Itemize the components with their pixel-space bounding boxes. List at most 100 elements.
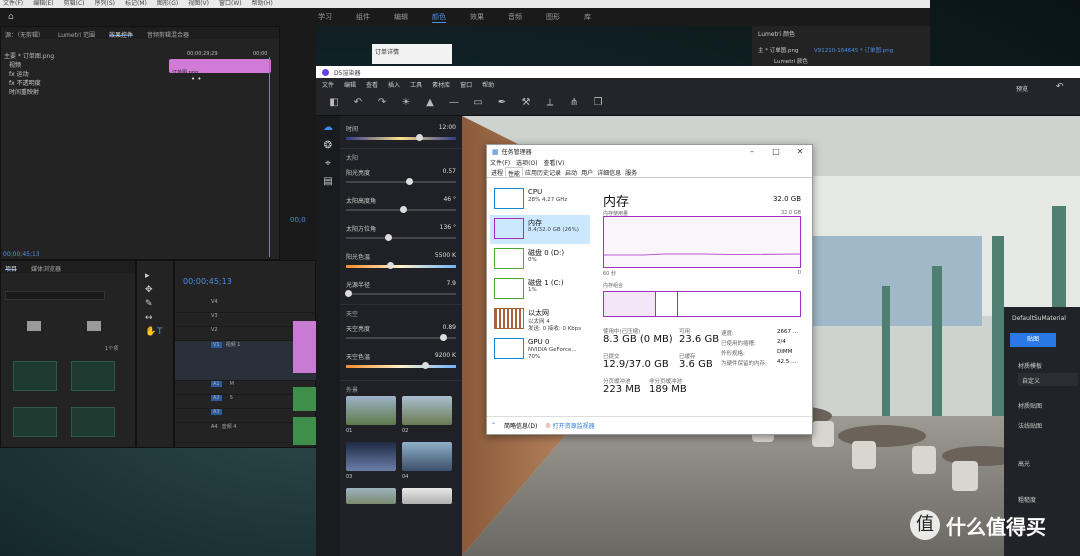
audio-clip-thumbnail[interactable] — [13, 361, 57, 391]
type-tool-icon[interactable]: T — [157, 327, 163, 337]
slider-track[interactable] — [346, 134, 456, 141]
d5-menu-item[interactable]: 文件 — [322, 80, 334, 89]
slider-track[interactable] — [345, 290, 456, 297]
line-icon[interactable]: — — [448, 97, 460, 109]
menu-item[interactable]: 文件(F) — [3, 0, 23, 8]
rectangle-icon[interactable]: ▭ — [472, 97, 484, 109]
tab-effect-controls[interactable]: 效果控件 — [109, 30, 134, 39]
d5-menu-item[interactable]: 查看 — [366, 80, 378, 89]
audio-clip-thumbnail[interactable] — [71, 407, 115, 437]
folder-icon[interactable] — [27, 321, 41, 331]
distribute-icon[interactable]: ⋔ — [568, 97, 580, 109]
menu-item[interactable]: 视图(V) — [188, 0, 209, 8]
tab-audio-mixer[interactable]: 音频剪辑混合器 — [147, 30, 189, 39]
resource-item[interactable]: 以太网 以太网 4 发送: 0 接收: 0 Kbps — [490, 305, 590, 334]
workspace-tab[interactable]: 图形 — [546, 12, 560, 23]
tab-processes[interactable]: 进程 — [489, 167, 505, 177]
hand-tool-icon[interactable]: ✋ — [145, 327, 156, 337]
slider-value[interactable]: 136 ° — [440, 224, 456, 231]
sky-thumbnail[interactable] — [402, 442, 452, 471]
slider-value[interactable]: 9200 K — [435, 352, 456, 359]
menu-item[interactable]: 图形(G) — [157, 0, 178, 8]
workspace-tab[interactable]: 音频 — [508, 12, 522, 23]
tab-startup[interactable]: 启动 — [563, 167, 579, 177]
slider-knob[interactable] — [345, 290, 353, 297]
playhead[interactable] — [269, 57, 270, 257]
slider-knob[interactable] — [400, 206, 408, 213]
tab-details[interactable]: 详细信息 — [595, 167, 623, 177]
slider-track[interactable] — [346, 334, 456, 341]
tab-project[interactable]: 项目 — [5, 264, 18, 273]
d5-menu-item[interactable]: 素材库 — [432, 80, 450, 89]
slider-track[interactable] — [346, 262, 456, 269]
preview-button[interactable]: 预览 — [1016, 84, 1028, 93]
tab-maps[interactable]: 贴图 — [1010, 333, 1056, 347]
anchor-icon[interactable]: ⌖ — [322, 158, 334, 170]
selection-tool-icon[interactable]: ▸ — [145, 271, 150, 281]
effect-row-motion[interactable]: fx 运动 — [3, 70, 165, 79]
slider-track[interactable] — [346, 206, 456, 213]
workspace-tab[interactable]: 库 — [584, 12, 591, 23]
cloud-icon[interactable]: ☁ — [322, 122, 334, 134]
d5-menu-item[interactable]: 插入 — [388, 80, 400, 89]
slider-knob[interactable] — [405, 178, 413, 185]
d5-menu-item[interactable]: 窗口 — [460, 80, 472, 89]
resource-monitor-link[interactable]: 打开资源监视器 — [553, 421, 595, 430]
tab-media-browser[interactable]: 媒体浏览器 — [31, 264, 61, 273]
mute-toggle[interactable]: M — [230, 381, 234, 387]
menu-item[interactable]: 标记(M) — [125, 0, 147, 8]
workspace-tab[interactable]: 学习 — [318, 12, 332, 23]
tab-performance[interactable]: 性能 — [505, 167, 524, 178]
layers-icon[interactable]: ❂ — [322, 140, 334, 152]
sky-thumbnail[interactable] — [402, 488, 452, 504]
slider-track[interactable] — [346, 362, 456, 369]
tab-users[interactable]: 用户 — [579, 167, 595, 177]
menu-item[interactable]: 编辑(E) — [33, 0, 53, 8]
d5-menu-item[interactable]: 工具 — [410, 80, 422, 89]
slider-knob[interactable] — [422, 362, 430, 369]
sun-icon[interactable]: ☀ — [400, 97, 412, 109]
home-icon[interactable]: ⌂ — [8, 12, 14, 22]
track-select-tool-icon[interactable]: ✥ — [145, 285, 153, 295]
chevron-up-icon[interactable]: ⌃ — [491, 422, 496, 429]
slider-knob[interactable] — [387, 262, 394, 269]
resource-item[interactable]: 内存 8.4/32.0 GB (26%) — [490, 215, 590, 244]
d5-menu-item[interactable]: 编辑 — [344, 80, 356, 89]
slider-track[interactable] — [346, 178, 456, 185]
slider-knob[interactable] — [415, 134, 423, 141]
tab-lumetri-scopes[interactable]: Lumetri 范围 — [58, 30, 95, 39]
template-select[interactable]: 自定义 — [1018, 373, 1078, 386]
menu-item[interactable]: 窗口(W) — [219, 0, 242, 8]
sky-thumbnail[interactable] — [346, 442, 396, 471]
sky-thumbnail[interactable] — [402, 396, 452, 425]
menu-item[interactable]: 帮助(H) — [252, 0, 273, 8]
group-icon[interactable]: ❐ — [592, 97, 604, 109]
fewer-details-link[interactable]: 简略信息(D) — [504, 421, 537, 430]
eyedropper-icon[interactable]: ✒ — [496, 97, 508, 109]
clip-bar[interactable]: 订单图.png — [169, 59, 271, 76]
resource-item[interactable]: CPU 28% 4.27 GHz — [490, 185, 590, 214]
menu-item[interactable]: 剪辑(C) — [64, 0, 85, 8]
tm-menu-item[interactable]: 文件(F) — [490, 158, 510, 167]
align-icon[interactable]: ⟂ — [544, 97, 556, 109]
close-icon[interactable]: ✕ — [788, 145, 812, 158]
tab-source[interactable]: 源：（无剪辑） — [5, 30, 44, 39]
audio-clip[interactable] — [293, 417, 317, 445]
workspace-tab[interactable]: 组件 — [356, 12, 370, 23]
redo-icon[interactable]: ↷ — [376, 97, 388, 109]
audio-clip-thumbnail[interactable] — [13, 407, 57, 437]
undo-icon[interactable]: ↶ — [352, 97, 364, 109]
slider-knob[interactable] — [384, 234, 392, 241]
document-icon[interactable]: ▤ — [322, 176, 334, 188]
workspace-tab-active[interactable]: 颜色 — [432, 12, 446, 23]
video-clip[interactable] — [293, 321, 317, 373]
cone-icon[interactable]: ▲ — [424, 97, 436, 109]
d5-menu-item[interactable]: 帮助 — [482, 80, 494, 89]
paint-roller-icon[interactable]: ⚒ — [520, 97, 532, 109]
resource-item[interactable]: 磁盘 0 (D:) 0% — [490, 245, 590, 274]
audio-clip[interactable] — [293, 387, 317, 411]
menu-item[interactable]: 序列(S) — [95, 0, 116, 8]
slip-tool-icon[interactable]: ↔ — [145, 313, 153, 323]
effect-row-opacity[interactable]: fx 不透明度 — [3, 79, 165, 88]
panel-toggle-icon[interactable]: ◧ — [328, 97, 340, 109]
